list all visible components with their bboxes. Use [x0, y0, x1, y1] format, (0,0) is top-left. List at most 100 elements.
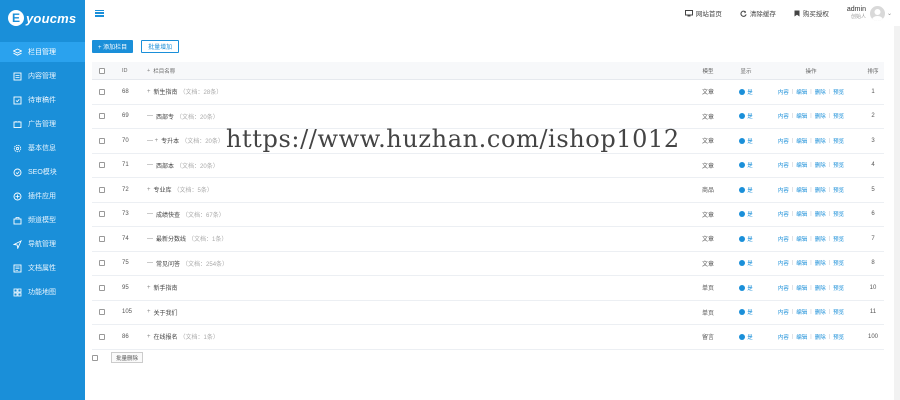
delete-link[interactable]: 删除 — [815, 88, 826, 96]
row-sort[interactable]: 5 — [862, 178, 884, 202]
row-checkbox[interactable] — [99, 235, 105, 242]
tree-toggle[interactable]: — + — [147, 138, 158, 144]
row-show-toggle[interactable]: 是 — [735, 80, 757, 104]
edit-link[interactable]: 编辑 — [796, 112, 807, 120]
sidebar-item-5[interactable]: SEO模块 — [0, 162, 85, 182]
content-link[interactable]: 内容 — [778, 235, 789, 243]
delete-link[interactable]: 删除 — [815, 259, 826, 267]
edit-link[interactable]: 编辑 — [796, 333, 807, 341]
preview-link[interactable]: 预览 — [833, 88, 844, 96]
row-checkbox[interactable] — [99, 333, 105, 340]
preview-link[interactable]: 预览 — [833, 137, 844, 145]
row-sort[interactable]: 11 — [862, 301, 884, 325]
row-show-toggle[interactable]: 是 — [735, 252, 757, 276]
clear-cache-link[interactable]: 清除缓存 — [740, 8, 776, 18]
delete-link[interactable]: 删除 — [815, 333, 826, 341]
row-sort[interactable]: 100 — [862, 325, 884, 349]
scrollbar[interactable] — [894, 26, 900, 400]
edit-link[interactable]: 编辑 — [796, 210, 807, 218]
edit-link[interactable]: 编辑 — [796, 308, 807, 316]
edit-link[interactable]: 编辑 — [796, 235, 807, 243]
sidebar-item-6[interactable]: 插件应用 — [0, 186, 85, 206]
content-link[interactable]: 内容 — [778, 333, 789, 341]
select-all-checkbox[interactable] — [99, 67, 105, 74]
sidebar-item-0[interactable]: 栏目管理 — [0, 42, 85, 62]
row-sort[interactable]: 6 — [862, 203, 884, 227]
tree-toggle[interactable]: + — [147, 285, 151, 291]
sidebar-item-7[interactable]: 频道模型 — [0, 210, 85, 230]
sidebar-item-10[interactable]: 功能地图 — [0, 282, 85, 302]
tree-toggle[interactable]: — — [147, 113, 153, 119]
row-show-toggle[interactable]: 是 — [735, 203, 757, 227]
preview-link[interactable]: 预览 — [833, 210, 844, 218]
content-link[interactable]: 内容 — [778, 308, 789, 316]
content-link[interactable]: 内容 — [778, 137, 789, 145]
preview-link[interactable]: 预览 — [833, 235, 844, 243]
row-show-toggle[interactable]: 是 — [735, 325, 757, 349]
row-checkbox[interactable] — [99, 211, 105, 218]
content-link[interactable]: 内容 — [778, 210, 789, 218]
row-sort[interactable]: 2 — [862, 105, 884, 129]
content-link[interactable]: 内容 — [778, 88, 789, 96]
edit-link[interactable]: 编辑 — [796, 88, 807, 96]
user-menu[interactable]: admin 创始人 ⌄ — [847, 5, 892, 21]
delete-link[interactable]: 删除 — [815, 186, 826, 194]
row-show-toggle[interactable]: 是 — [735, 227, 757, 251]
delete-link[interactable]: 删除 — [815, 112, 826, 120]
sidebar-item-4[interactable]: 基本信息 — [0, 138, 85, 158]
tree-toggle[interactable]: — — [147, 162, 153, 168]
batch-delete-button[interactable]: 批量删除 — [111, 352, 144, 363]
logo[interactable]: E youcms — [0, 0, 85, 36]
row-checkbox[interactable] — [99, 309, 105, 316]
delete-link[interactable]: 删除 — [815, 308, 826, 316]
row-sort[interactable]: 1 — [862, 80, 884, 104]
row-checkbox[interactable] — [99, 137, 105, 144]
sidebar-item-8[interactable]: 导航管理 — [0, 234, 85, 254]
row-sort[interactable]: 7 — [862, 227, 884, 251]
sidebar-item-3[interactable]: 广告管理 — [0, 114, 85, 134]
row-checkbox[interactable] — [99, 113, 105, 120]
tree-toggle[interactable]: + — [147, 89, 151, 95]
chevron-down-icon[interactable]: ⌄ — [887, 10, 892, 17]
row-show-toggle[interactable]: 是 — [735, 105, 757, 129]
tree-toggle[interactable]: — — [147, 260, 153, 266]
content-link[interactable]: 内容 — [778, 112, 789, 120]
batch-add-button[interactable]: 批量增加 — [141, 40, 180, 53]
content-link[interactable]: 内容 — [778, 161, 789, 169]
row-checkbox[interactable] — [99, 88, 105, 95]
row-checkbox[interactable] — [99, 260, 105, 267]
row-checkbox[interactable] — [99, 186, 105, 193]
edit-link[interactable]: 编辑 — [796, 186, 807, 194]
sidebar-item-9[interactable]: 文档属性 — [0, 258, 85, 278]
delete-link[interactable]: 删除 — [815, 137, 826, 145]
tree-toggle[interactable]: + — [147, 334, 151, 340]
batch-select-checkbox[interactable] — [92, 354, 98, 361]
preview-link[interactable]: 预览 — [833, 186, 844, 194]
preview-link[interactable]: 预览 — [833, 333, 844, 341]
row-show-toggle[interactable]: 是 — [735, 129, 757, 153]
buy-license-link[interactable]: 购买授权 — [794, 8, 829, 18]
content-link[interactable]: 内容 — [778, 186, 789, 194]
edit-link[interactable]: 编辑 — [796, 259, 807, 267]
edit-link[interactable]: 编辑 — [796, 137, 807, 145]
row-show-toggle[interactable]: 是 — [735, 301, 757, 325]
sidebar-item-1[interactable]: 内容管理 — [0, 66, 85, 86]
delete-link[interactable]: 删除 — [815, 235, 826, 243]
tree-toggle[interactable]: — — [147, 211, 153, 217]
sidebar-item-2[interactable]: 待审稿件 — [0, 90, 85, 110]
row-sort[interactable]: 8 — [862, 252, 884, 276]
row-checkbox[interactable] — [99, 284, 105, 291]
home-link[interactable]: 网站首页 — [684, 8, 722, 18]
preview-link[interactable]: 预览 — [833, 161, 844, 169]
tree-toggle[interactable]: + — [147, 309, 151, 315]
row-sort[interactable]: 10 — [862, 276, 884, 300]
edit-link[interactable]: 编辑 — [796, 161, 807, 169]
preview-link[interactable]: 预览 — [833, 112, 844, 120]
preview-link[interactable]: 预览 — [833, 284, 844, 292]
row-sort[interactable]: 4 — [862, 154, 884, 178]
row-sort[interactable]: 3 — [862, 129, 884, 153]
delete-link[interactable]: 删除 — [815, 284, 826, 292]
expand-all-icon[interactable]: + — [147, 68, 150, 74]
add-category-button[interactable]: + 添加栏目 — [92, 40, 134, 53]
preview-link[interactable]: 预览 — [833, 259, 844, 267]
